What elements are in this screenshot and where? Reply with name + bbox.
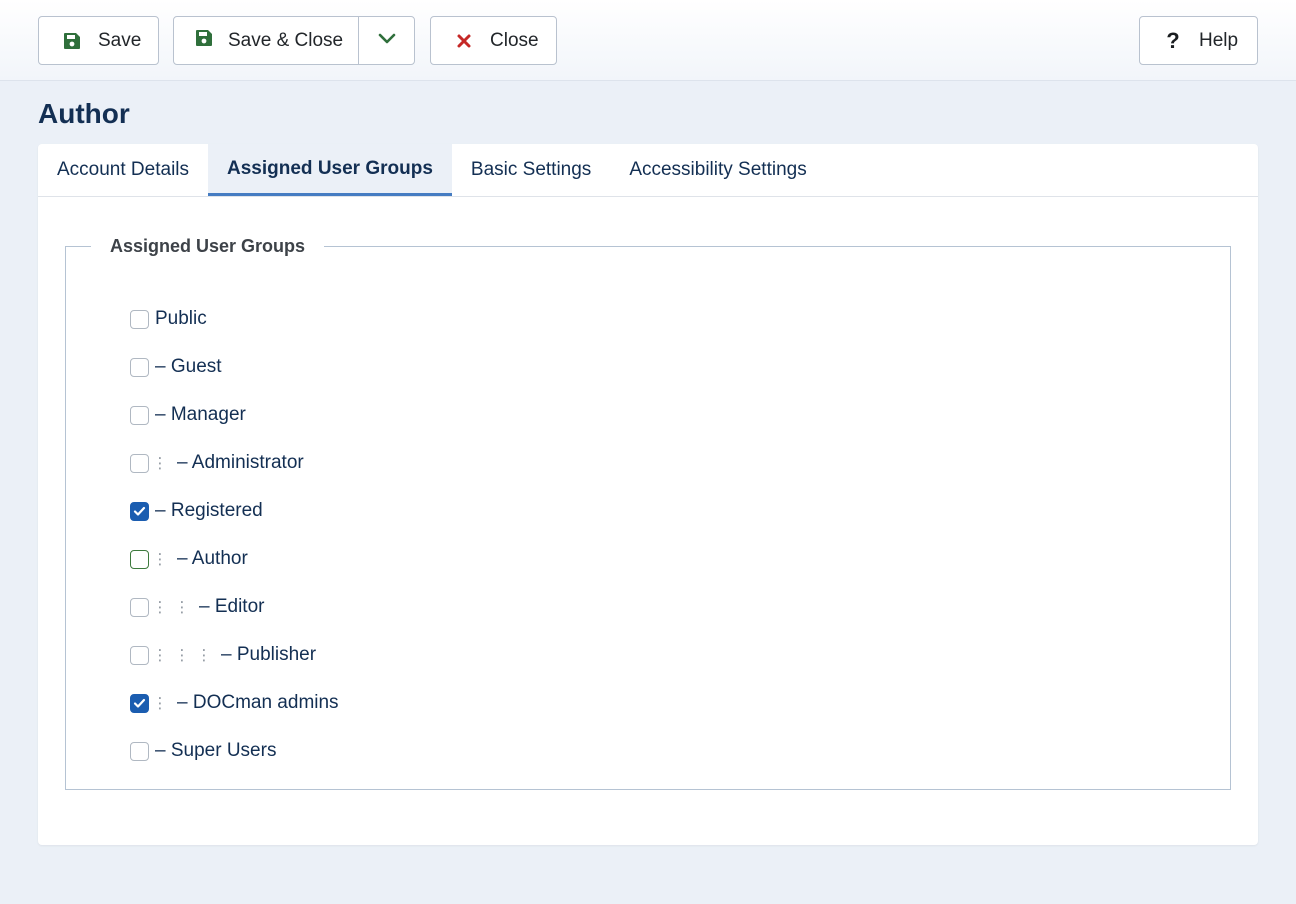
- group-label[interactable]: – Registered: [155, 500, 263, 522]
- close-icon: [453, 30, 475, 52]
- close-label: Close: [490, 29, 539, 51]
- group-item-public: Public: [130, 306, 207, 332]
- group-label[interactable]: – Author: [177, 548, 248, 570]
- group-item-author: ⋮ – Author: [130, 546, 248, 572]
- group-label[interactable]: – Manager: [155, 404, 246, 426]
- indent-dots-icon: ⋮: [152, 551, 168, 568]
- group-label[interactable]: – Super Users: [155, 740, 276, 762]
- group-checkbox[interactable]: [130, 357, 149, 377]
- checkmark-icon: [133, 506, 146, 516]
- group-item-administrator: ⋮ – Administrator: [130, 450, 304, 476]
- fieldset-legend: Assigned User Groups: [110, 236, 306, 256]
- group-label[interactable]: – DOCman admins: [177, 692, 339, 714]
- toolbar: Save Save & Close Close ? Help: [0, 0, 1296, 81]
- question-mark-icon: ?: [1166, 27, 1180, 53]
- group-checkbox[interactable]: [130, 309, 149, 329]
- floppy-disk-icon: [195, 29, 213, 53]
- save-label: Save: [98, 29, 142, 51]
- group-checkbox[interactable]: [130, 645, 149, 665]
- group-item-docman-admins: ⋮ – DOCman admins: [130, 690, 339, 716]
- help-label: Help: [1199, 29, 1239, 51]
- group-checkbox[interactable]: [130, 741, 149, 761]
- group-label[interactable]: – Editor: [199, 596, 264, 618]
- indent-dots-icon: ⋮: [152, 455, 168, 472]
- group-item-super-users: – Super Users: [130, 738, 276, 764]
- help-button[interactable]: ? Help: [1139, 16, 1258, 65]
- indent-dots-icon: ⋮: [174, 647, 190, 664]
- tab-account-details[interactable]: Account Details: [38, 144, 208, 196]
- save-close-label: Save & Close: [228, 29, 344, 51]
- group-item-registered: – Registered: [130, 498, 263, 524]
- save-close-group: Save & Close: [173, 16, 415, 65]
- save-close-button[interactable]: Save & Close: [174, 17, 359, 64]
- floppy-disk-icon: [61, 30, 83, 52]
- chevron-down-icon: [378, 32, 396, 50]
- group-item-editor: ⋮ ⋮ – Editor: [130, 594, 264, 620]
- indent-dots-icon: ⋮: [152, 695, 168, 712]
- group-label[interactable]: Public: [155, 308, 207, 330]
- tab-accessibility-settings[interactable]: Accessibility Settings: [610, 144, 825, 196]
- indent-dots-icon: ⋮: [152, 599, 168, 616]
- tab-basic-settings[interactable]: Basic Settings: [452, 144, 610, 196]
- group-label[interactable]: – Publisher: [221, 644, 316, 666]
- tab-bar: Account Details Assigned User Groups Bas…: [38, 144, 1258, 197]
- group-label[interactable]: – Guest: [155, 356, 222, 378]
- group-label[interactable]: – Administrator: [177, 452, 304, 474]
- save-button[interactable]: Save: [38, 16, 159, 65]
- group-checkbox[interactable]: [130, 597, 149, 617]
- group-item-guest: – Guest: [130, 354, 222, 380]
- user-groups-fieldset: Assigned User Groups Public – Guest – Ma…: [65, 236, 1231, 790]
- save-options-dropdown-button[interactable]: [359, 17, 414, 64]
- group-checkbox[interactable]: [130, 693, 149, 713]
- edit-card: Account Details Assigned User Groups Bas…: [38, 144, 1258, 845]
- indent-dots-icon: ⋮: [152, 647, 168, 664]
- close-button[interactable]: Close: [430, 16, 557, 65]
- group-item-manager: – Manager: [130, 402, 246, 428]
- group-checkbox[interactable]: [130, 501, 149, 521]
- tab-assigned-user-groups[interactable]: Assigned User Groups: [208, 144, 452, 196]
- page-title: Author: [38, 98, 130, 129]
- indent-dots-icon: ⋮: [174, 599, 190, 616]
- indent-dots-icon: ⋮: [196, 647, 212, 664]
- group-checkbox[interactable]: [130, 453, 149, 473]
- group-checkbox[interactable]: [130, 549, 149, 569]
- group-item-publisher: ⋮ ⋮ ⋮ – Publisher: [130, 642, 316, 668]
- group-checkbox[interactable]: [130, 405, 149, 425]
- checkmark-icon: [133, 698, 146, 708]
